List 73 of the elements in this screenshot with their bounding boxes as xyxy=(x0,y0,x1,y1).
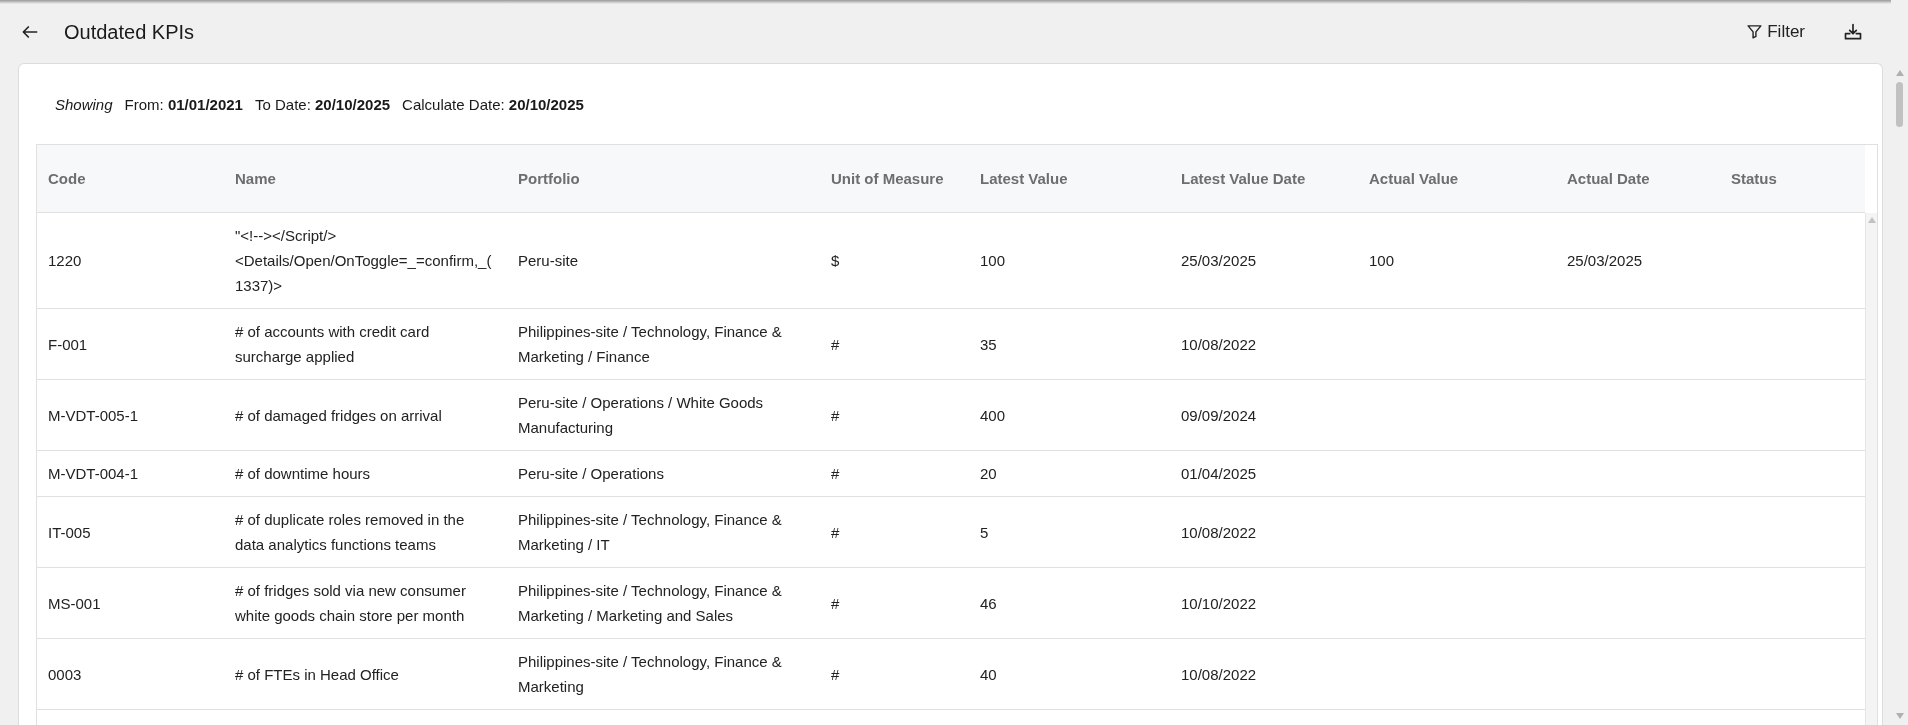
column-header[interactable]: Latest Value Date xyxy=(1181,169,1306,187)
table-cell-text: Philippines-site / Technology, Finance & Marketing / Marketing and Sales xyxy=(518,581,783,626)
scroll-thumb[interactable] xyxy=(1896,82,1903,127)
table-cell-text: 40 xyxy=(980,664,998,685)
table-cell-text: Peru-site xyxy=(518,251,580,271)
table-cell-text: # xyxy=(831,664,841,685)
table-cell-text: # xyxy=(831,522,841,543)
table-row[interactable]: 0003 # of FTEs in Head Office Philippines-site / Technology, Finance & Marketing # 40 10/08/2022 xyxy=(37,639,1865,710)
table-cell-text: 400 xyxy=(980,405,1007,426)
table-cell-text: # of duplicate roles removed in the data analytics functions teams xyxy=(235,510,466,555)
table-row[interactable]: 1220 "<!--></Script/><Details/Open/OnToggle=_=confirm,_(1337)> Peru-site $ 100 25/03/2025 100 25/03/2025 xyxy=(37,213,1865,309)
table-cell-text: # of FTEs in Head Office xyxy=(235,664,400,685)
filter-icon xyxy=(1746,23,1764,40)
date-range-item: From: 01/01/2021 xyxy=(124,94,243,115)
page-title: Outdated KPIs xyxy=(64,19,195,45)
filter-button[interactable]: Filter xyxy=(1746,18,1805,45)
scroll-up-icon xyxy=(1867,217,1876,223)
table-cell-text: # xyxy=(831,334,841,355)
table-cell-text: 35 xyxy=(980,334,998,355)
table-cell-text: 10/08/2022 xyxy=(1181,334,1258,355)
column-header[interactable]: Latest Value xyxy=(980,169,1068,187)
scroll-down-icon xyxy=(1895,713,1904,719)
table-cell-text: 46 xyxy=(980,593,998,614)
column-header[interactable]: Status xyxy=(1731,169,1777,187)
table-cell-text: 20 xyxy=(980,464,998,484)
table-cell-text: 1220 xyxy=(48,251,83,271)
table-row[interactable]: M-VDT-005-1 # of damaged fridges on arrival Peru-site / Operations / White Goods Manufacturing # 400 09/09/2024 xyxy=(37,380,1865,451)
table-cell-text: Philippines-site / Technology, Finance & Marketing / IT xyxy=(518,510,783,555)
table-cell-text: # xyxy=(831,593,841,614)
table-cell-text: # xyxy=(831,464,841,484)
table-cell-text: F-001 xyxy=(48,334,89,355)
showing-label: Showing xyxy=(55,94,113,115)
scroll-up-icon xyxy=(1895,70,1904,76)
column-header[interactable]: Actual Value xyxy=(1369,169,1459,187)
table-cell-text: IT-005 xyxy=(48,522,92,543)
table-cell-text: "<!--></Script/><Details/Open/OnToggle=_=confirm,_(1337)> xyxy=(235,226,493,296)
table-row[interactable]: IT-005 # of duplicate roles removed in the data analytics functions teams Philippines-site / Technology, Finance & Marketing / IT # 5 10/08/2022 xyxy=(37,497,1865,568)
download-button[interactable] xyxy=(1843,21,1863,42)
download-icon xyxy=(1843,21,1863,42)
table-cell-text: # of accounts with credit card surcharge applied xyxy=(235,322,431,367)
table-cell-text: M-VDT-005-1 xyxy=(48,405,140,426)
table-cell-text: 10/10/2022 xyxy=(1181,593,1258,614)
table-cell-text: 100 xyxy=(1369,251,1396,271)
table-cell-text: 10/08/2022 xyxy=(1181,522,1258,543)
table-cell-text: MS-001 xyxy=(48,593,102,614)
table-cell-text: # of fridges sold via new consumer white goods chain store per month xyxy=(235,581,467,626)
column-header[interactable]: Actual Date xyxy=(1567,169,1650,187)
column-header[interactable]: Unit of Measure xyxy=(831,169,944,187)
date-range-item: Calculate Date: 20/10/2025 xyxy=(402,94,584,115)
table-cell-text: Philippines-site / Technology, Finance & Marketing / Finance xyxy=(518,322,783,367)
table-cell-text: 0003 xyxy=(48,664,83,685)
table-cell-text: # of damaged fridges on arrival xyxy=(235,405,443,426)
table-cell-text: $ xyxy=(831,251,841,271)
table-cell-text: 25/03/2025 xyxy=(1181,251,1258,271)
table-row[interactable]: MS-001 # of fridges sold via new consumer white goods chain store per month Philippines-site / Technology, Finance & Marketing / Marketing and Sales # 46 10/10/2022 xyxy=(37,568,1865,639)
table-row[interactable]: F-001 # of accounts with credit card surcharge applied Philippines-site / Technology, Finance & Marketing / Finance # 35 10/08/2022 xyxy=(37,309,1865,380)
column-header[interactable]: Name xyxy=(235,169,276,187)
table-cell-text: 25/03/2025 xyxy=(1567,251,1644,271)
table-row[interactable]: M-VDT-004-1 # of downtime hours Peru-site / Operations # 20 01/04/2025 xyxy=(37,451,1865,497)
table-cell-text: 100 xyxy=(980,251,1007,271)
table-cell-text: 01/04/2025 xyxy=(1181,464,1258,484)
table-cell-text: # xyxy=(831,405,841,426)
date-range-item: To Date: 20/10/2025 xyxy=(254,94,391,115)
table-cell-text: 10/08/2022 xyxy=(1181,664,1258,685)
table-cell-text: Philippines-site / Technology, Finance & Marketing xyxy=(518,652,783,697)
table-cell-text: # of downtime hours xyxy=(235,464,372,484)
table-cell-text: 5 xyxy=(980,522,990,543)
table-cell-text: M-VDT-004-1 xyxy=(48,464,140,484)
table-cell-text: 09/09/2024 xyxy=(1181,405,1258,426)
column-header[interactable]: Portfolio xyxy=(518,169,580,187)
table-cell-text: Peru-site / Operations / White Goods Manufacturing xyxy=(518,393,765,438)
table-cell-text: Peru-site / Operations xyxy=(518,464,665,484)
column-header[interactable]: Code xyxy=(48,169,86,187)
